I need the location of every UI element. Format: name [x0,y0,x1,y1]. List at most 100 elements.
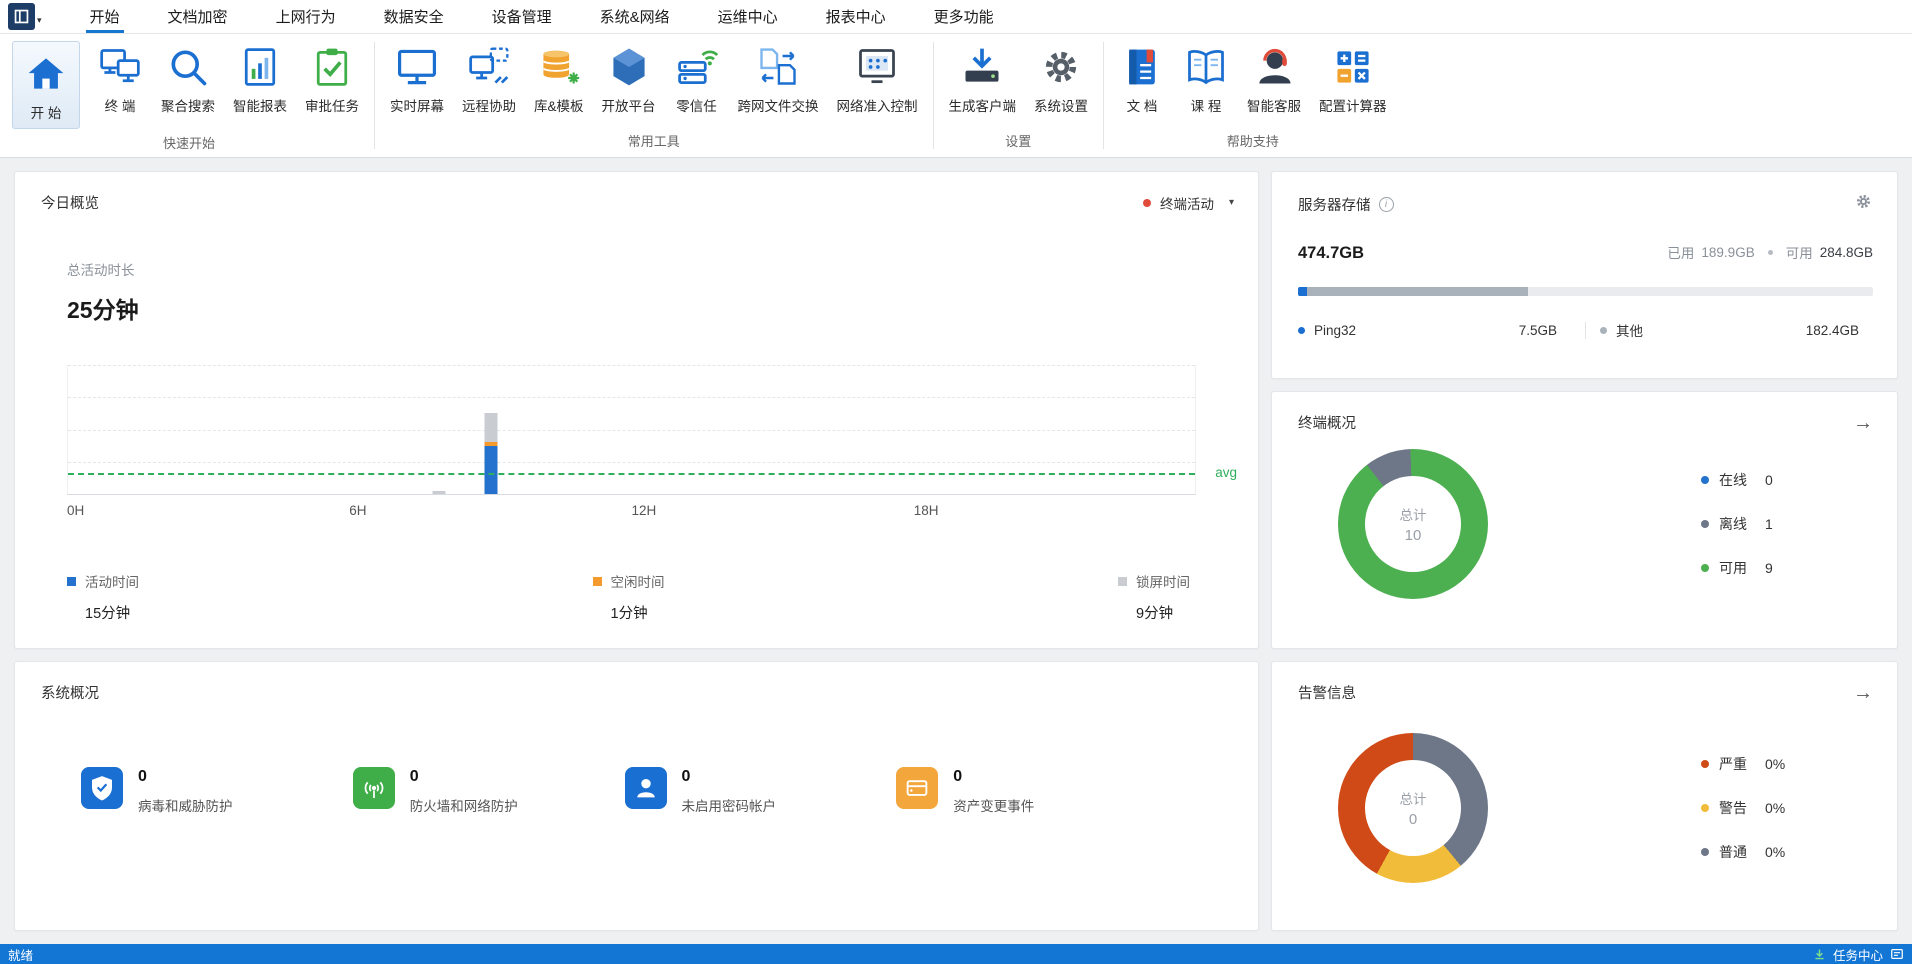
menu-tab-web-behavior[interactable]: 上网行为 [272,0,340,33]
ribbon-item-remote-assist[interactable]: 远程协助 [453,39,525,117]
menu-tab-system-network[interactable]: 系统&网络 [596,0,674,33]
activity-legend: 活动时间 15分钟 空闲时间 1分钟 锁屏时间 9分钟 [67,571,1196,623]
ribbon-item-cross-network-file-exchange[interactable]: 跨网文件交换 [729,39,828,117]
ribbon-item-approval-tasks[interactable]: 审批任务 [296,39,368,117]
ribbon-item-generate-client[interactable]: 生成客户端 [940,39,1026,117]
ribbon-group-label: 设置 [1005,134,1032,149]
system-overview-card: 系统概况 0 病毒和威胁防护 0 防火墙和网络防护 0 未启用密码帐户 0 资产… [14,661,1259,931]
arrow-right-icon[interactable]: → [1853,413,1873,433]
status-text: 就绪 [8,948,34,963]
info-icon[interactable]: i [1378,196,1394,212]
ribbon-item-library-templates[interactable]: 库&模板 [525,39,593,117]
support-icon [1251,44,1297,90]
app-menu-caret-icon[interactable]: ▾ [37,15,42,26]
divider [1585,321,1586,339]
ribbon-item-open-platform[interactable]: 开放平台 [593,39,665,117]
ribbon-group-quick-start: 开 始 终 端 聚合搜索 智能报表 审批任务 快速开始 [4,34,374,157]
ribbon-group-label: 帮助支持 [1226,134,1279,149]
legend-ping32: Ping32 7.5GB [1298,323,1571,338]
generate-client-icon [959,44,1005,90]
alerts-legend: 严重 0% 警告 0% 普通 0% [1701,754,1851,862]
library-icon [536,44,582,90]
storage-settings-gear-icon[interactable] [1854,192,1873,216]
free-value: 284.8GB [1819,244,1873,260]
legend-dot-icon [1298,326,1305,334]
gear-icon [1038,44,1084,90]
nac-icon [854,44,900,90]
legend-dot-icon [1701,848,1709,856]
ribbon-group-help-support: 文 档 课 程 智能客服 配置计算器 帮助支持 [1104,34,1402,157]
menu-tab-more[interactable]: 更多功能 [930,0,998,33]
ribbon-item-config-calculator[interactable]: 配置计算器 [1310,39,1396,117]
app-logo-icon [14,9,29,24]
storage-progress-bar [1298,287,1873,296]
chevron-down-icon: ▾ [1228,197,1234,208]
menu-tab-device-mgmt[interactable]: 设备管理 [488,0,556,33]
ribbon-item-start[interactable]: 开 始 [12,41,80,129]
alerts-donut-chart: 总计 0 [1338,733,1488,883]
search-icon [165,44,211,90]
ribbon-item-network-access-control[interactable]: 网络准入控制 [828,39,927,117]
status-bar: 就绪 任务中心 [0,944,1912,964]
ribbon-item-realtime-screen[interactable]: 实时屏幕 [381,39,453,117]
home-icon [23,51,69,97]
approval-icon [309,44,355,90]
menu-tab-start[interactable]: 开始 [85,0,124,33]
legend-item: 离线 1 [1701,514,1851,534]
terminal-legend: 在线 0 离线 1 可用 9 [1701,470,1851,578]
app-menu-button[interactable] [8,3,35,30]
ribbon-item-courses[interactable]: 课 程 [1174,39,1238,117]
ribbon-item-docs[interactable]: 文 档 [1110,39,1174,117]
task-center-button[interactable]: 任务中心 [1813,945,1904,964]
card-title: 今日概览 [41,196,99,212]
user-icon [624,767,667,809]
firewall-icon [352,767,395,809]
asset-icon [896,767,939,809]
used-value: 189.9GB [1701,244,1755,260]
menu-tab-data-security[interactable]: 数据安全 [380,0,448,33]
ribbon-item-smart-report[interactable]: 智能报表 [224,39,296,117]
activity-filter-dropdown[interactable]: 终端活动 ▾ [1142,193,1234,213]
legend-dot-icon [1701,760,1709,768]
activity-bar-chart: avg [67,365,1237,495]
task-window-icon[interactable] [1890,947,1904,961]
ribbon-group-common-tools: 实时屏幕 远程协助 库&模板 开放平台 零信任 跨网文件交换 网络准入控制 常用… [375,34,933,157]
ribbon-toolbar: 开 始 终 端 聚合搜索 智能报表 审批任务 快速开始 实时屏幕 远程协助 库&… [0,34,1912,158]
legend-dot-icon [1600,326,1607,334]
card-title: 系统概况 [41,686,99,702]
zero-trust-icon [674,44,720,90]
free-label: 可用 [1785,246,1813,261]
total-activity-label: 总活动时长 [67,263,135,278]
menu-tabs: 开始 文档加密 上网行为 数据安全 设备管理 系统&网络 运维中心 报表中心 更… [66,0,1018,33]
screen-icon [394,44,440,90]
ribbon-item-search[interactable]: 聚合搜索 [152,39,224,117]
ribbon-item-smart-support[interactable]: 智能客服 [1238,39,1310,117]
stat-firewall-protection: 0 防火墙和网络防护 [352,767,625,815]
legend-item: 警告 0% [1701,798,1851,818]
ribbon-item-zero-trust[interactable]: 零信任 [665,39,729,117]
average-line: avg [68,465,1237,480]
legend-dot-icon [1701,804,1709,812]
filter-dot-icon [1142,198,1151,207]
x-axis-ticks: 0H 6H 12H 18H [67,503,939,518]
remote-assist-icon [466,44,512,90]
ribbon-item-system-settings[interactable]: 系统设置 [1025,39,1097,117]
menu-tab-report-center[interactable]: 报表中心 [822,0,890,33]
legend-swatch [1118,576,1127,586]
legend-dot-icon [1701,564,1709,572]
terminal-donut-chart: 总计 10 [1338,449,1488,599]
legend-swatch [592,576,602,586]
server-storage-card: 服务器存储 i 474.7GB 已用 189.9GB 可用 284.8GB Pi… [1271,171,1898,379]
stat-no-password-accounts: 0 未启用密码帐户 [624,767,897,815]
dot-separator-icon [1767,249,1773,255]
alert-info-card: 告警信息 → 总计 0 严重 0% 警告 0% 普通 0% [1271,661,1898,931]
storage-legend: Ping32 7.5GB 其他 182.4GB [1298,320,1873,340]
ribbon-group-label: 快速开始 [162,136,215,151]
menu-tab-doc-encrypt[interactable]: 文档加密 [164,0,232,33]
ribbon-item-terminal[interactable]: 终 端 [88,39,152,117]
system-stats-row: 0 病毒和威胁防护 0 防火墙和网络防护 0 未启用密码帐户 0 资产变更事件 [15,703,1258,815]
arrow-right-icon[interactable]: → [1853,683,1873,703]
legend-item: 锁屏时间 9分钟 [1118,571,1190,623]
card-title: 告警信息 [1298,686,1356,702]
menu-tab-ops-center[interactable]: 运维中心 [714,0,782,33]
